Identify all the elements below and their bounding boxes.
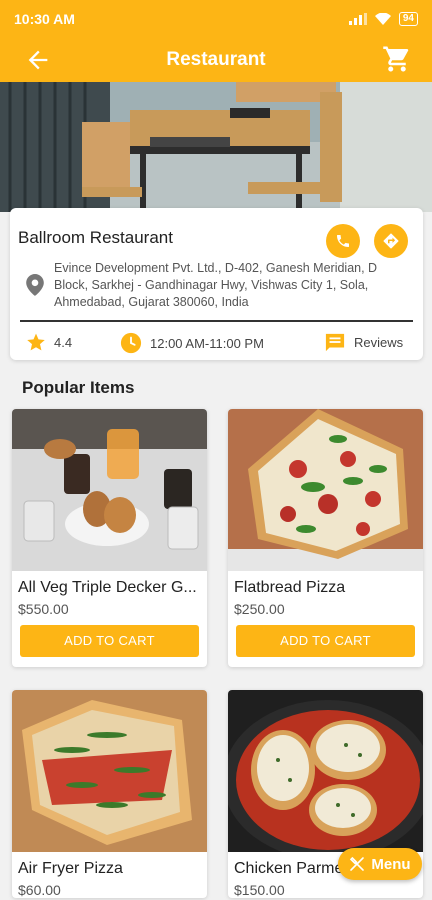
opening-hours: 12:00 AM-11:00 PM [150, 335, 264, 351]
item-image [12, 409, 207, 571]
add-to-cart-button[interactable]: ADD TO CART [20, 625, 199, 657]
directions-icon [383, 233, 399, 249]
item-card[interactable]: All Veg Triple Decker G... $550.00 ADD T… [12, 409, 207, 667]
item-price: $550.00 [18, 601, 69, 617]
popular-items-title: Popular Items [22, 378, 135, 397]
item-price: $150.00 [234, 882, 285, 898]
back-arrow-icon[interactable] [24, 46, 52, 74]
phone-icon [337, 235, 349, 247]
restaurant-hero-image [0, 82, 432, 212]
item-image [228, 690, 423, 852]
item-image [12, 690, 207, 852]
reviews-icon [325, 333, 345, 352]
add-to-cart-button[interactable]: ADD TO CART [236, 625, 415, 657]
item-card[interactable]: Air Fryer Pizza $60.00 [12, 690, 207, 898]
call-button[interactable] [326, 224, 360, 258]
cart-icon[interactable] [382, 44, 412, 74]
rating-info: 4.4 [26, 332, 72, 352]
hours-info: 12:00 AM-11:00 PM [120, 332, 264, 354]
menu-label: Menu [371, 855, 411, 873]
reviews-label: Reviews [354, 334, 404, 350]
item-price: $250.00 [234, 601, 285, 617]
restaurant-address: Evince Development Pvt. Ltd., D-402, Gan… [54, 261, 378, 309]
status-time: 10:30 AM [14, 11, 75, 27]
app-toolbar: Restaurant [0, 38, 432, 82]
battery-icon: 94 [398, 12, 418, 26]
directions-button[interactable] [374, 224, 408, 258]
reviews-link[interactable]: Reviews [324, 332, 403, 352]
item-image [228, 409, 423, 571]
signal-icon [348, 13, 367, 25]
item-name: Air Fryer Pizza [18, 860, 123, 877]
page-title: Restaurant [166, 49, 266, 70]
rating-value: 4.4 [54, 334, 73, 350]
restaurant-name: Ballroom Restaurant [18, 228, 173, 247]
item-name: Flatbread Pizza [234, 579, 346, 596]
divider [20, 320, 413, 322]
item-name: All Veg Triple Decker G... [18, 579, 197, 596]
item-price: $60.00 [18, 882, 61, 898]
clock-icon [120, 332, 142, 354]
restaurant-info-card: Ballroom Restaurant Evince Development P… [10, 208, 423, 360]
location-pin-icon [26, 274, 44, 296]
item-card[interactable]: Flatbread Pizza $250.00 ADD TO CART [228, 409, 423, 667]
menu-button[interactable]: Menu [338, 848, 422, 880]
star-icon [27, 333, 45, 351]
wifi-icon [374, 13, 391, 25]
status-bar: 10:30 AM 94 [0, 0, 432, 38]
cutlery-icon [350, 856, 365, 871]
